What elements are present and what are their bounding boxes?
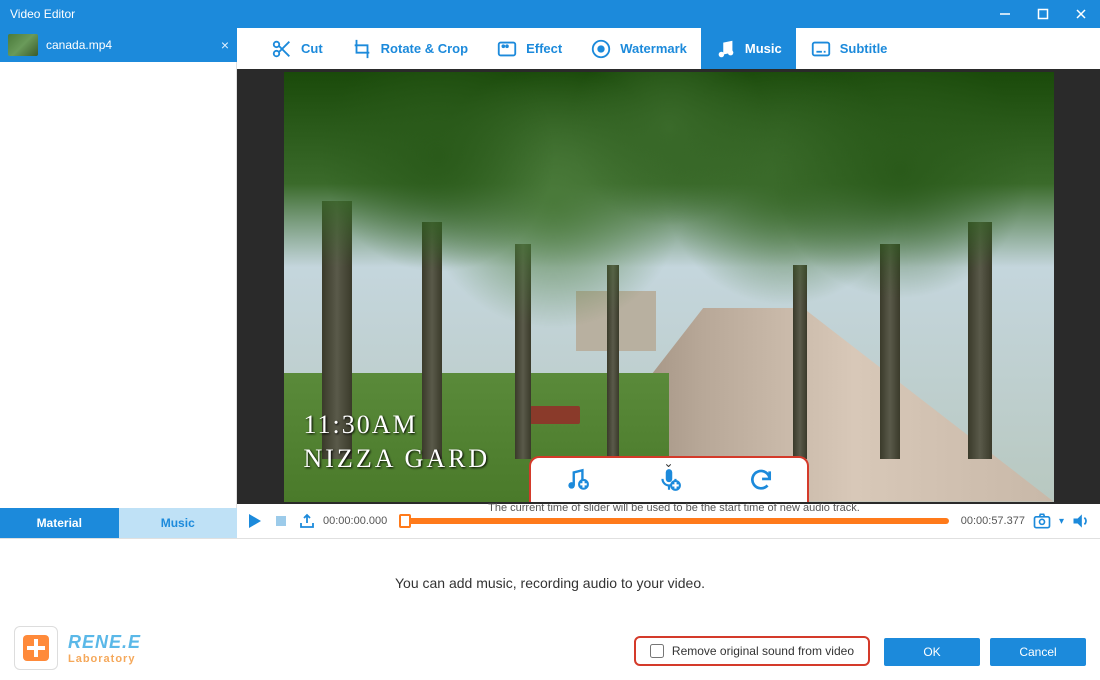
timeline-slider[interactable]: The current time of slider will be used … [399,518,949,524]
close-button[interactable] [1062,0,1100,28]
scissors-icon [271,38,293,60]
maximize-button[interactable] [1024,0,1062,28]
slider-thumb[interactable] [399,514,411,528]
export-button[interactable] [297,511,317,531]
timeline-hint: The current time of slider will be used … [488,502,860,514]
crop-icon [351,38,373,60]
volume-button[interactable] [1070,510,1092,532]
tool-watermark[interactable]: Watermark [576,28,701,69]
time-end: 00:00:57.377 [961,515,1025,527]
remove-sound-input[interactable] [650,644,664,658]
file-thumbnail [8,34,38,56]
tool-subtitle[interactable]: Subtitle [796,28,902,69]
dropdown-arrow-icon[interactable]: ▾ [1059,516,1064,527]
brand-name: RENE.E [68,632,141,653]
file-close-icon[interactable]: × [221,37,229,53]
brand-subtitle: Laboratory [68,653,141,665]
camera-icon [1032,511,1052,531]
stop-icon [275,515,287,527]
preview-area: 11:30AM NIZZA GARD ⌄ [237,69,1100,504]
main-toolbar: Cut Rotate & Crop Effect Watermark Music… [237,28,1100,69]
sidebar-tab-music[interactable]: Music [119,508,238,538]
snapshot-button[interactable] [1031,510,1053,532]
sidebar-body [0,62,237,508]
music-icon [715,38,737,60]
remove-original-sound-checkbox[interactable]: Remove original sound from video [634,636,870,666]
video-preview[interactable]: 11:30AM NIZZA GARD ⌄ [284,72,1054,502]
overlay-place-text: NIZZA GARD [304,444,491,474]
effect-icon [496,38,518,60]
volume-icon [1071,511,1091,531]
subtitle-icon [810,38,832,60]
sidebar-tab-material[interactable]: Material [0,508,119,538]
timeline: 00:00:00.000 The current time of slider … [237,504,1100,538]
export-icon [299,513,315,529]
window-title: Video Editor [10,7,75,21]
microphone-plus-icon [656,467,682,493]
tool-cut[interactable]: Cut [257,28,337,69]
audio-toolbar: ⌄ [529,456,809,502]
ok-button[interactable]: OK [884,638,980,666]
cancel-button[interactable]: Cancel [990,638,1086,666]
brand-icon [14,626,58,670]
remove-sound-label: Remove original sound from video [672,644,854,658]
help-text: You can add music, recording audio to yo… [0,539,1100,591]
tool-music[interactable]: Music [701,28,796,69]
minimize-button[interactable] [986,0,1024,28]
file-tab[interactable]: canada.mp4 × [0,28,237,62]
watermark-icon [590,38,612,60]
refresh-audio-button[interactable] [744,463,778,497]
play-button[interactable] [245,511,265,531]
time-start: 00:00:00.000 [323,515,387,527]
play-icon [247,513,263,529]
add-music-button[interactable] [560,463,594,497]
file-name: canada.mp4 [46,38,112,52]
titlebar: Video Editor [0,0,1100,28]
stop-button[interactable] [271,511,291,531]
tool-rotate-crop[interactable]: Rotate & Crop [337,28,482,69]
tool-effect[interactable]: Effect [482,28,576,69]
bottom-panel: You can add music, recording audio to yo… [0,538,1100,680]
sidebar: canada.mp4 × Material Music [0,28,237,538]
music-plus-icon [564,467,590,493]
chevron-down-icon[interactable]: ⌄ [663,456,673,470]
refresh-icon [748,467,774,493]
overlay-time-text: 11:30AM [304,410,418,440]
brand-logo: RENE.E Laboratory [14,626,141,670]
